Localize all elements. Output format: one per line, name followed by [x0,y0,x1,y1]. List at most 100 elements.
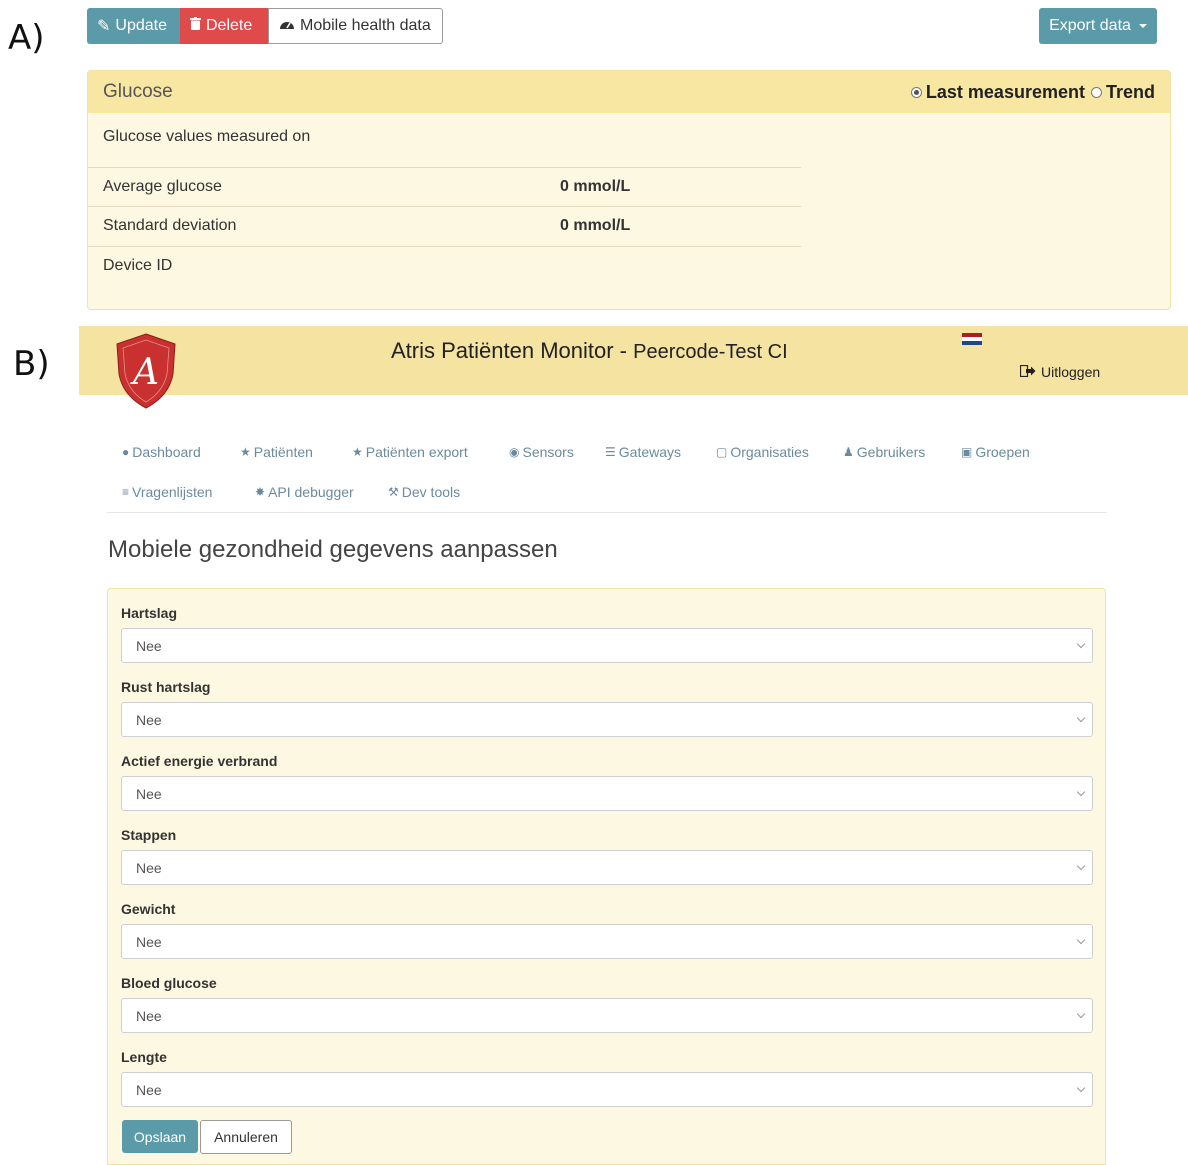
bug-icon: ✸ [255,485,266,499]
wrench-icon: ⚒ [388,485,399,499]
nav-item-gebruikers[interactable]: ♟ Gebruikers [843,444,925,460]
cancel-button[interactable]: Annuleren [200,1120,292,1154]
glucose-panel-title: Glucose [103,81,173,102]
select-value: Nee [136,859,162,876]
list-ordered-icon: ≡ [122,485,130,499]
svg-text:A: A [130,352,159,393]
select-stappen[interactable]: Nee [121,850,1093,885]
table-row: Standard deviation 0 mmol/L [103,217,801,235]
nav-item-organisaties[interactable]: ▢ Organisaties [716,444,809,460]
nav-label: Sensors [522,444,574,460]
field-label-bloed-glucose: Bloed glucose [121,975,217,991]
select-value: Nee [136,785,162,802]
tachometer-icon: ● [122,445,130,459]
chevron-down-icon [1076,935,1086,945]
select-value: Nee [136,1007,162,1024]
row-label: Standard deviation [103,217,237,234]
export-data-label: Export data [1049,17,1131,34]
field-label-stappen: Stappen [121,827,177,843]
row-label: Average glucose [103,178,222,195]
select-lengte[interactable]: Nee [121,1072,1093,1107]
glucose-panel: Glucose Last measurement Trend Glucose v… [87,70,1171,310]
nav-label: Patiënten export [365,444,468,460]
chevron-down-icon [1076,1083,1086,1093]
chevron-down-icon [1076,861,1086,871]
list-icon: ☰ [605,445,616,459]
nav-item-groepen[interactable]: ▣ Groepen [961,444,1030,460]
logout-label: Uitloggen [1041,364,1101,380]
radio-last-measurement[interactable] [910,86,922,98]
chevron-down-icon [1076,639,1086,649]
panel-label-a: A) [8,18,45,58]
select-value: Nee [136,711,162,728]
divider [88,246,801,247]
table-row: Device ID [103,257,801,275]
chevron-down-icon [1076,713,1086,723]
nav-item-dev-tools[interactable]: ⚒ Dev tools [388,484,460,500]
row-value: 0 mmol/L [560,178,631,195]
nav-label: API debugger [268,484,354,500]
mobile-health-data-button[interactable]: Mobile health data [268,8,443,44]
nav-item-vragenlijsten[interactable]: ≡ Vragenlijsten [122,484,212,500]
divider [88,206,801,207]
title-separator: - [613,338,634,363]
tachometer-icon [279,17,295,35]
user-icon: ♟ [843,445,854,459]
nav-label: Groepen [975,444,1030,460]
app-title: Atris Patiënten Monitor - Peercode-Test … [391,338,788,364]
radio-trend-label[interactable]: Trend [1106,82,1155,103]
nav-item-patienten-export[interactable]: ★ Patiënten export [352,444,468,460]
glucose-panel-header: Glucose Last measurement Trend [88,71,1170,113]
chevron-down-icon [1076,787,1086,797]
page-title: Mobiele gezondheid gegevens aanpassen [108,536,558,563]
field-label-lengte: Lengte [121,1049,167,1065]
view-mode-radio-group: Last measurement Trend [910,71,1155,113]
users-icon: ★ [352,445,363,459]
nav-label: Dashboard [132,444,201,460]
nav-label: Dev tools [401,484,461,500]
mobile-health-data-label: Mobile health data [300,17,431,34]
update-button-label: Update [115,17,167,34]
briefcase-icon: ▣ [961,445,973,459]
nav-item-dashboard[interactable]: ● Dashboard [122,444,201,460]
select-rust-hartslag[interactable]: Nee [121,702,1093,737]
logout-link[interactable]: Uitloggen [1019,364,1101,380]
export-data-button[interactable]: Export data [1039,8,1157,44]
select-value: Nee [136,1081,162,1098]
nav-label: Vragenlijsten [132,484,213,500]
update-button[interactable]: ✎ Update [87,8,180,44]
select-value: Nee [136,637,162,654]
panel-label-b: B) [13,344,50,384]
sensor-icon: ◉ [509,445,520,459]
delete-button-label: Delete [206,17,253,34]
select-actief-energie[interactable]: Nee [121,776,1093,811]
nav-item-patienten[interactable]: ★ Patiënten [240,444,313,460]
tenant-name: Peercode-Test CI [633,341,788,363]
nav-label: Gateways [618,444,682,460]
select-gewicht[interactable]: Nee [121,924,1093,959]
measured-on-label: Glucose values measured on [103,128,311,145]
delete-button[interactable]: Delete [180,8,268,44]
field-label-rust-hartslag: Rust hartslag [121,679,211,695]
dutch-flag-icon[interactable] [962,333,982,345]
nav-label: Gebruikers [856,444,926,460]
nav-label: Organisaties [730,444,809,460]
chevron-down-icon [1076,1009,1086,1019]
radio-last-measurement-label[interactable]: Last measurement [926,82,1085,103]
sign-out-icon [1019,364,1036,380]
field-label-actief-energie: Actief energie verbrand [121,753,278,769]
row-value: 0 mmol/L [560,217,631,234]
clipboard-icon: ▢ [716,445,728,459]
nav-item-sensors[interactable]: ◉ Sensors [509,444,574,460]
caret-down-icon [1138,24,1147,28]
table-row: Average glucose 0 mmol/L [103,178,801,196]
select-bloed-glucose[interactable]: Nee [121,998,1093,1033]
select-hartslag[interactable]: Nee [121,628,1093,663]
nav-item-gateways[interactable]: ☰ Gateways [605,444,681,460]
nav-item-api-debugger[interactable]: ✸ API debugger [255,484,354,500]
nav-divider [107,512,1106,513]
save-button[interactable]: Opslaan [122,1120,198,1153]
nav-label: Patiënten [253,444,313,460]
radio-trend[interactable] [1090,86,1102,98]
row-label: Device ID [103,257,173,274]
